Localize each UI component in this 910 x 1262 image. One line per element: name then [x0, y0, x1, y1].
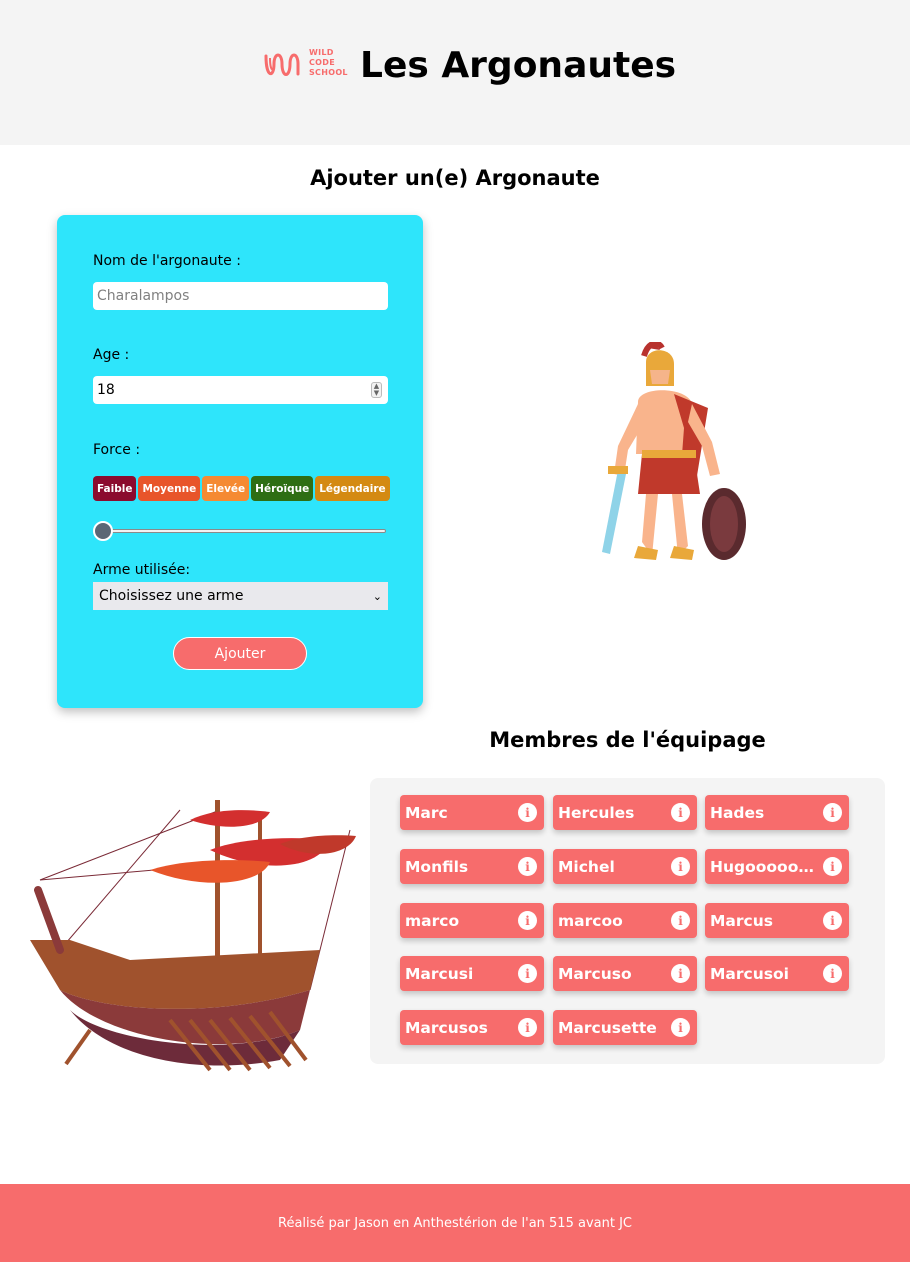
name-input[interactable]: [93, 282, 388, 310]
force-slider-thumb[interactable]: [93, 521, 113, 541]
force-badge-heroique: Héroïque: [251, 476, 314, 501]
crew-member-name: Marcuso: [558, 964, 632, 983]
crew-member-card[interactable]: Michel i: [553, 849, 697, 884]
info-icon[interactable]: i: [671, 857, 690, 876]
force-badge-moyenne: Moyenne: [138, 476, 201, 501]
crew-member-card[interactable]: Hades i: [705, 795, 849, 830]
info-icon[interactable]: i: [518, 857, 537, 876]
crew-member-card[interactable]: Monfils i: [400, 849, 544, 884]
site-header: WILD CODE SCHOOL Les Argonautes: [0, 0, 910, 145]
info-icon[interactable]: i: [671, 803, 690, 822]
info-icon[interactable]: i: [671, 1018, 690, 1037]
site-title: Les Argonautes: [360, 45, 677, 86]
wave-logo-icon: [264, 53, 300, 76]
crew-member-card[interactable]: marcoo i: [553, 903, 697, 938]
info-icon[interactable]: i: [823, 803, 842, 822]
spartan-warrior-illustration: [602, 342, 746, 560]
info-icon[interactable]: i: [823, 911, 842, 930]
crew-member-card[interactable]: Marcusi i: [400, 956, 544, 991]
crew-member-card[interactable]: Hercules i: [553, 795, 697, 830]
crew-member-card[interactable]: Hugoooooooo i: [705, 849, 849, 884]
name-label: Nom de l'argonaute :: [93, 253, 241, 269]
crew-member-card[interactable]: Marcusette i: [553, 1010, 697, 1045]
wild-code-school-logo[interactable]: WILD CODE SCHOOL: [263, 48, 353, 84]
weapon-label: Arme utilisée:: [93, 562, 191, 578]
info-icon[interactable]: i: [823, 857, 842, 876]
info-icon[interactable]: i: [518, 964, 537, 983]
info-icon[interactable]: i: [823, 964, 842, 983]
weapon-selected-value: Choisissez une arme: [99, 588, 244, 604]
crew-member-card[interactable]: Marcusoi i: [705, 956, 849, 991]
info-icon[interactable]: i: [518, 1018, 537, 1037]
age-stepper-icon[interactable]: ▲ ▼: [371, 382, 382, 398]
footer-text: Réalisé par Jason en Anthestérion de l'a…: [278, 1215, 632, 1231]
info-icon[interactable]: i: [671, 911, 690, 930]
info-icon[interactable]: i: [518, 911, 537, 930]
age-value: 18: [97, 382, 115, 398]
crew-member-name: Monfils: [405, 857, 469, 876]
info-icon[interactable]: i: [671, 964, 690, 983]
form-title: Ajouter un(e) Argonaute: [310, 166, 600, 190]
crew-member-name: Marcusos: [405, 1018, 488, 1037]
chevron-down-icon: ⌄: [372, 589, 382, 603]
crew-member-card[interactable]: Marc i: [400, 795, 544, 830]
crew-member-name: Hades: [710, 803, 765, 822]
crew-member-name: Marc: [405, 803, 448, 822]
force-slider-track[interactable]: [102, 529, 386, 533]
argo-ship-illustration: [30, 800, 356, 1072]
crew-member-name: marcoo: [558, 911, 623, 930]
crew-member-name: Hercules: [558, 803, 635, 822]
age-label: Age :: [93, 347, 130, 363]
crew-member-name: marco: [405, 911, 460, 930]
info-icon[interactable]: i: [518, 803, 537, 822]
crew-member-card[interactable]: marco i: [400, 903, 544, 938]
force-badge-legendaire: Légendaire: [315, 476, 390, 501]
age-input[interactable]: 18 ▲ ▼: [93, 376, 388, 404]
force-badge-faible: Faible: [93, 476, 137, 501]
weapon-select[interactable]: Choisissez une arme ⌄: [93, 582, 388, 610]
crew-member-name: Marcusi: [405, 964, 474, 983]
crew-member-card[interactable]: Marcuso i: [553, 956, 697, 991]
crew-member-card[interactable]: Marcusos i: [400, 1010, 544, 1045]
force-label: Force :: [93, 442, 141, 458]
crew-member-name: Hugoooooooo: [710, 857, 822, 876]
force-badge-elevee: Elevée: [202, 476, 250, 501]
crew-member-name: Marcusoi: [710, 964, 789, 983]
crew-member-name: Marcus: [710, 911, 773, 930]
crew-member-name: Marcusette: [558, 1018, 657, 1037]
add-button[interactable]: Ajouter: [173, 637, 307, 670]
crew-title: Membres de l'équipage: [489, 728, 766, 752]
crew-member-card[interactable]: Marcus i: [705, 903, 849, 938]
crew-member-name: Michel: [558, 857, 615, 876]
force-level-badges: Faible Moyenne Elevée Héroïque Légendair…: [93, 476, 390, 501]
crew-members-panel: Marc i Hercules i Hades i Monfils i Mich…: [370, 778, 885, 1064]
logo-text: WILD CODE SCHOOL: [309, 48, 348, 77]
site-footer: Réalisé par Jason en Anthestérion de l'a…: [0, 1184, 910, 1262]
add-argonaut-form: Nom de l'argonaute : Age : 18 ▲▼ Force :…: [57, 215, 423, 708]
